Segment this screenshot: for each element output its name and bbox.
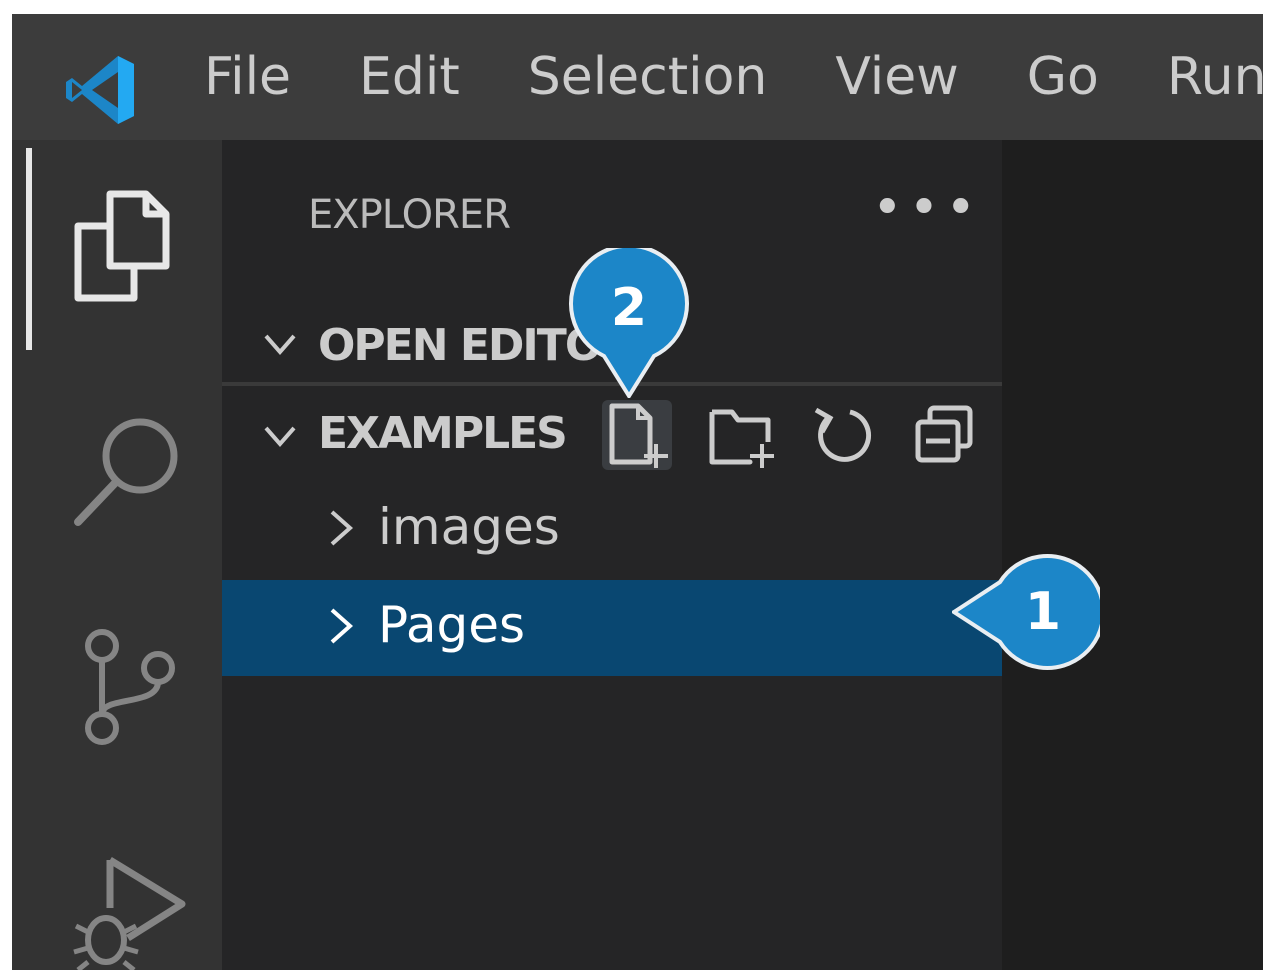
tree-item-label: images <box>378 498 560 556</box>
callout-number: 1 <box>1024 582 1062 642</box>
title-bar: File Edit Selection View Go Run <box>12 14 1263 140</box>
refresh-icon[interactable] <box>808 400 878 470</box>
explorer-title: EXPLORER <box>308 192 511 238</box>
vscode-window: File Edit Selection View Go Run EXPLORER… <box>12 14 1263 970</box>
section-label-open-editors: OPEN EDITO <box>318 320 602 371</box>
vscode-logo-icon <box>66 56 134 124</box>
more-actions-icon[interactable]: ••• <box>872 178 982 238</box>
search-icon[interactable] <box>70 412 188 530</box>
menu-selection[interactable]: Selection <box>528 51 768 103</box>
chevron-down-icon <box>264 334 296 356</box>
menu-edit[interactable]: Edit <box>359 51 460 103</box>
menu-run[interactable]: Run <box>1167 51 1263 103</box>
tree-item-label: Pages <box>378 596 526 654</box>
section-label-examples: EXAMPLES <box>318 408 568 459</box>
chevron-right-icon <box>330 608 354 644</box>
section-examples[interactable]: EXAMPLES <box>222 388 1002 480</box>
chevron-right-icon <box>330 510 354 546</box>
activity-bar <box>12 140 222 970</box>
run-debug-icon[interactable] <box>70 852 190 970</box>
callout-number: 2 <box>610 278 648 338</box>
collapse-all-icon[interactable] <box>910 400 980 470</box>
menu-go[interactable]: Go <box>1027 51 1099 103</box>
new-file-icon[interactable] <box>602 400 672 470</box>
callout-2: 2 <box>566 243 692 400</box>
menu-view[interactable]: View <box>835 51 958 103</box>
tree-item-pages[interactable]: Pages <box>222 580 1002 676</box>
tree-item-images[interactable]: images <box>222 486 1002 576</box>
callout-1: 1 <box>950 552 1106 672</box>
menu-file[interactable]: File <box>204 51 291 103</box>
chevron-down-icon <box>264 426 296 448</box>
menu-bar: File Edit Selection View Go Run <box>204 14 1263 140</box>
active-view-indicator <box>26 148 32 350</box>
source-control-icon[interactable] <box>80 624 180 750</box>
explorer-files-icon[interactable] <box>72 186 172 306</box>
new-folder-icon[interactable] <box>706 400 776 470</box>
